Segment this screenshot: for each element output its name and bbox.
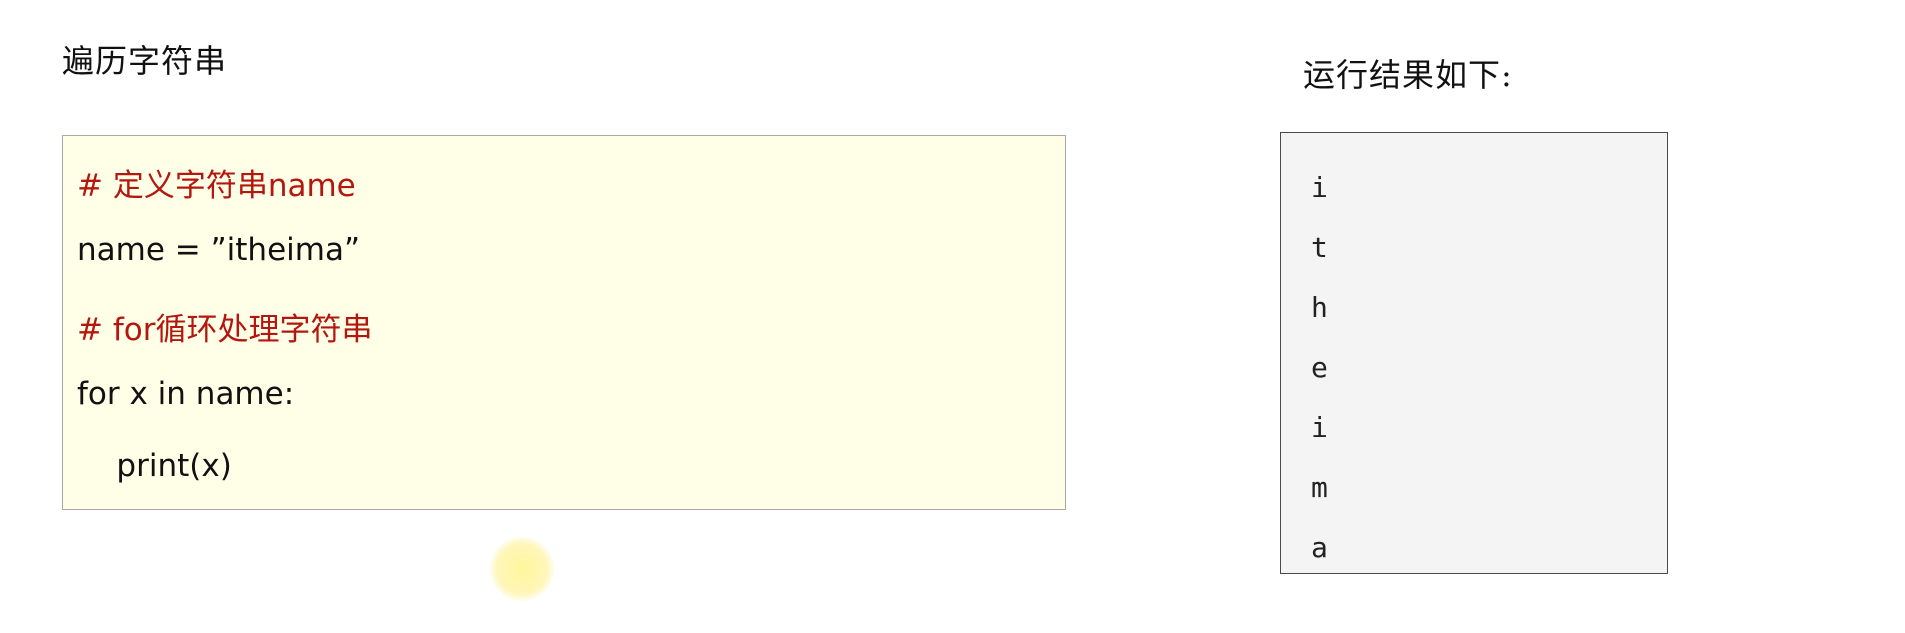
pointer-highlight <box>490 537 554 601</box>
output-block: i t h e i m a <box>1280 132 1668 574</box>
code-comment-loop: # for循环处理字符串 <box>77 312 373 348</box>
output-line: t <box>1311 231 1328 264</box>
code-line-print: print(x) <box>77 448 232 484</box>
code-line-assign: name = ”itheima” <box>77 232 361 268</box>
output-line: h <box>1311 291 1328 324</box>
output-line: a <box>1311 531 1328 564</box>
code-comment-define: # 定义字符串name <box>77 168 356 204</box>
slide: 遍历字符串 运行结果如下: # 定义字符串name name = ”itheim… <box>0 0 1905 633</box>
output-line: e <box>1311 351 1328 384</box>
section-title: 遍历字符串 <box>62 42 228 80</box>
code-line-for: for x in name: <box>77 376 295 412</box>
output-line: m <box>1311 471 1328 504</box>
code-block: # 定义字符串name name = ”itheima” # for循环处理字符… <box>62 135 1066 510</box>
output-line: i <box>1311 411 1328 444</box>
output-line: i <box>1311 171 1328 204</box>
result-title: 运行结果如下: <box>1303 56 1513 94</box>
